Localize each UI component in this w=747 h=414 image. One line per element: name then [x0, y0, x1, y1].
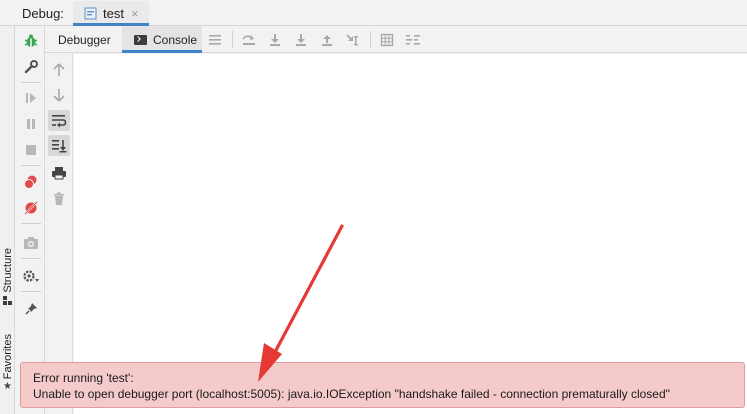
toolbar-separator: [21, 258, 41, 259]
scroll-to-end-icon[interactable]: [48, 135, 70, 156]
toolbar-separator: [232, 31, 233, 48]
star-icon: ★: [3, 381, 12, 393]
settings-icon[interactable]: [19, 265, 43, 287]
pause-icon[interactable]: [19, 113, 43, 135]
session-tab-label: test: [103, 6, 124, 21]
down-arrow-icon[interactable]: [48, 84, 70, 105]
error-title: Error running 'test':: [33, 371, 134, 385]
tab-console-label: Console: [153, 33, 198, 47]
tab-debugger[interactable]: Debugger: [45, 26, 122, 53]
up-arrow-icon[interactable]: [48, 59, 70, 80]
stop-icon[interactable]: [19, 139, 43, 161]
tab-console[interactable]: Console: [122, 26, 202, 53]
trace-icon[interactable]: [404, 31, 422, 48]
toolbar-separator: [21, 82, 41, 83]
evaluate-icon[interactable]: [378, 31, 396, 48]
toolbar-separator: [21, 291, 41, 292]
step-into-icon[interactable]: [292, 31, 310, 48]
camera-icon[interactable]: [19, 232, 43, 254]
tab-debugger-label: Debugger: [58, 33, 111, 47]
session-tab-test[interactable]: test ×: [73, 1, 149, 26]
error-message: Unable to open debugger port (localhost:…: [33, 387, 670, 401]
debug-label: Debug:: [22, 6, 64, 21]
console-side-toolbar: [45, 54, 73, 414]
debug-titlebar: Debug: test ×: [0, 0, 747, 26]
close-icon[interactable]: ×: [131, 6, 139, 21]
favorites-tool-tab[interactable]: Favorites ★: [0, 334, 15, 392]
toolbar-separator: [370, 31, 371, 48]
pin-icon[interactable]: [19, 298, 43, 320]
run-config-icon: [84, 6, 98, 23]
run-to-cursor-icon[interactable]: [344, 31, 362, 48]
step-over-icon[interactable]: [266, 31, 284, 48]
resume-icon[interactable]: [19, 87, 43, 109]
mute-breakpoints-icon[interactable]: [19, 197, 43, 219]
view-breakpoints-icon[interactable]: [19, 171, 43, 193]
print-icon[interactable]: [48, 162, 70, 183]
error-notification[interactable]: Error running 'test': Unable to open deb…: [20, 362, 745, 408]
structure-tool-tab[interactable]: Structure: [0, 248, 15, 308]
toolbar-separator: [21, 223, 41, 224]
debug-bug-icon[interactable]: [19, 30, 43, 52]
menu-icon[interactable]: [206, 31, 224, 48]
console-icon: [134, 35, 147, 45]
trash-icon[interactable]: [48, 188, 70, 209]
structure-icon: [3, 295, 12, 308]
step-out-icon[interactable]: [318, 31, 336, 48]
toolbar-separator: [21, 165, 41, 166]
structure-tab-label: Structure: [1, 248, 14, 293]
left-tool-stripe: Structure Favorites ★: [0, 26, 15, 414]
show-execution-point-icon[interactable]: [240, 31, 258, 48]
favorites-tab-label: Favorites: [1, 334, 14, 380]
wrench-icon[interactable]: [19, 56, 43, 78]
debug-tabs-bar: Debugger Console: [45, 26, 747, 53]
debug-action-toolbar: [16, 26, 45, 414]
soft-wrap-icon[interactable]: [48, 110, 70, 131]
